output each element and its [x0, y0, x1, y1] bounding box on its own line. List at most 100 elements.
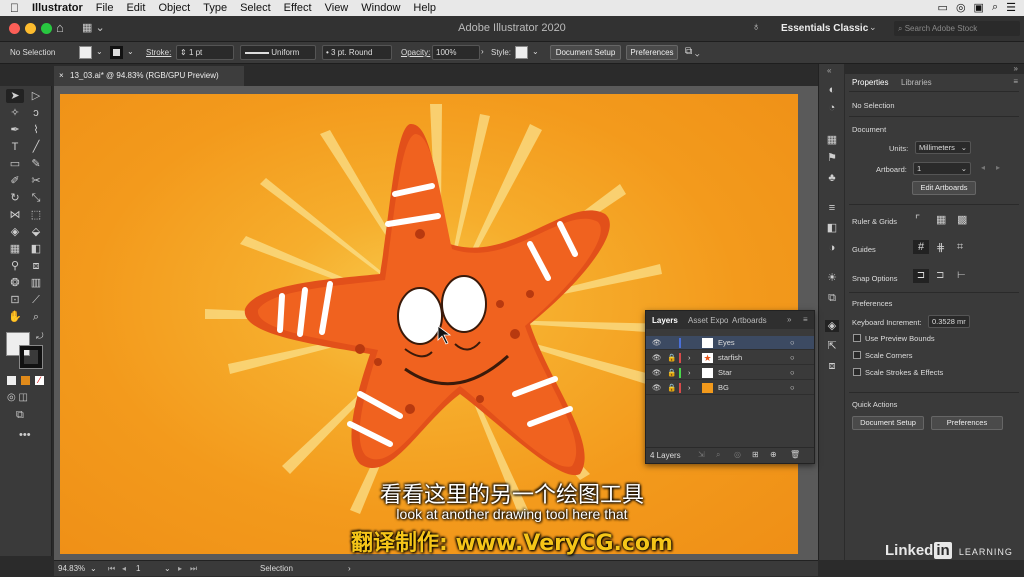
panel-menu-icon[interactable]: ≡ — [803, 315, 808, 324]
menu-effect[interactable]: Effect — [284, 2, 312, 14]
lock-icon[interactable]: 🔒 — [667, 366, 676, 380]
transparency-panel-icon[interactable]: ◑ — [825, 242, 839, 254]
previous-artboard-icon[interactable]: ◂ — [122, 561, 126, 577]
scale-tool-icon[interactable]: ⤡ — [27, 191, 45, 205]
layer-name[interactable]: BG — [718, 381, 729, 395]
artboard-number[interactable]: 1 — [136, 561, 140, 577]
lock-guides-icon[interactable]: ⋕ — [936, 241, 945, 254]
brushes-panel-icon[interactable]: ⚑ — [825, 152, 839, 164]
swatches-panel-icon[interactable]: ▦ — [825, 134, 839, 146]
zoom-level[interactable]: 94.83% — [58, 561, 85, 577]
symbols-panel-icon[interactable]: ♣ — [825, 172, 839, 184]
panel-menu-icon[interactable]: ≡ — [1013, 77, 1018, 86]
chevron-right-icon[interactable]: › — [481, 47, 484, 56]
gradient-panel-icon[interactable]: ◧ — [825, 222, 839, 234]
delete-layer-icon[interactable]: 🗑 — [790, 450, 800, 459]
next-artboard-icon[interactable]: ▸ — [996, 163, 1000, 172]
ruler-icon[interactable]: ⌜ — [915, 213, 920, 226]
graphic-styles-icon[interactable]: ⧉ — [825, 292, 839, 304]
tab-artboards[interactable]: Artboards — [732, 316, 767, 325]
collapse-properties-icon[interactable]: » — [1014, 64, 1018, 73]
tab-asset-export[interactable]: Asset Expo — [688, 316, 728, 325]
target-circle-icon[interactable]: ○ — [790, 351, 795, 365]
show-guides-icon[interactable]: # — [913, 240, 929, 254]
clear-guides-icon[interactable]: ⌗ — [957, 241, 963, 254]
document-tab[interactable]: × 13_03.ai* @ 94.83% (RGB/GPU Preview) — [54, 66, 244, 86]
symbol-sprayer-tool-icon[interactable]: ❂ — [6, 276, 24, 290]
rectangle-tool-icon[interactable]: ▭ — [6, 157, 24, 171]
stroke-panel-icon[interactable]: ≡ — [825, 202, 839, 214]
column-graph-tool-icon[interactable]: ▥ — [27, 276, 45, 290]
grid-icon[interactable]: ▦ — [936, 213, 946, 226]
layer-row-eyes[interactable]: 👁 Eyes ○ — [646, 336, 814, 350]
layer-row-bg[interactable]: 👁 🔒 › BG ○ — [646, 381, 814, 395]
expand-layer-icon[interactable]: › — [688, 351, 691, 365]
target-circle-icon[interactable]: ○ — [790, 336, 795, 350]
quick-document-setup-button[interactable]: Document Setup — [852, 416, 924, 430]
lock-icon[interactable]: 🔒 — [667, 381, 676, 395]
spotlight-search-icon[interactable]: ⌕ — [992, 1, 998, 14]
magic-wand-tool-icon[interactable]: ✧ — [6, 106, 24, 120]
use-preview-bounds-checkbox[interactable] — [853, 334, 861, 342]
artboard-dropdown[interactable]: 1 ⌄ — [913, 162, 971, 175]
menu-window[interactable]: Window — [361, 2, 400, 14]
shape-builder-tool-icon[interactable]: ◈ — [6, 225, 24, 239]
document-setup-button[interactable]: Document Setup — [550, 45, 621, 60]
units-dropdown[interactable]: Millimeters ⌄ — [915, 141, 971, 154]
draw-mode-icon[interactable]: ◎ ◫ — [7, 392, 28, 403]
menu-app-name[interactable]: Illustrator — [32, 2, 83, 14]
chevron-down-icon[interactable]: ⌄ — [90, 561, 97, 577]
snap-to-glyph-icon[interactable]: ⊢ — [957, 270, 966, 281]
transparency-grid-icon[interactable]: ▩ — [957, 213, 967, 226]
lasso-tool-icon[interactable]: ↄ — [27, 106, 45, 120]
keyboard-increment-field[interactable]: 0.3528 mr — [928, 315, 970, 328]
close-tab-icon[interactable]: × — [59, 66, 64, 86]
visibility-eye-icon[interactable]: 👁 — [652, 381, 662, 395]
variable-width-profile[interactable]: Uniform — [240, 45, 316, 60]
new-sublayer-icon[interactable]: ⊞ — [752, 450, 759, 459]
lock-icon[interactable]: 🔒 — [667, 351, 676, 365]
previous-artboard-icon[interactable]: ◂ — [981, 163, 985, 172]
perspective-grid-tool-icon[interactable]: ▦ — [6, 242, 24, 256]
type-tool-icon[interactable]: T — [6, 140, 24, 154]
menu-file[interactable]: File — [96, 2, 114, 14]
artboards-panel-icon[interactable]: ⧈ — [825, 360, 839, 372]
snap-to-point-icon[interactable]: ⊐ — [913, 269, 929, 283]
creative-cloud-icon[interactable]: ◎ — [956, 1, 966, 14]
color-panel-icon[interactable]: ◐ — [825, 84, 839, 96]
free-transform-tool-icon[interactable]: ⬚ — [27, 208, 45, 222]
apple-icon[interactable]:  — [10, 1, 19, 15]
lightbulb-icon[interactable]: ♁ — [752, 21, 760, 33]
line-segment-tool-icon[interactable]: ╱ — [27, 140, 45, 154]
none-mode-icon[interactable]: ⁄ — [35, 376, 44, 385]
paintbrush-tool-icon[interactable]: ✎ — [27, 157, 45, 171]
fill-swatch[interactable] — [79, 46, 92, 59]
scale-corners-checkbox[interactable] — [853, 351, 861, 359]
scissors-tool-icon[interactable]: ✂ — [27, 174, 45, 188]
shaper-tool-icon[interactable]: ✐ — [6, 174, 24, 188]
quick-preferences-button[interactable]: Preferences — [931, 416, 1003, 430]
gradient-tool-icon[interactable]: ◧ — [27, 242, 45, 256]
collect-for-export-icon[interactable]: ⇲ — [698, 450, 705, 459]
chevron-down-icon[interactable]: ⌄ — [532, 47, 539, 56]
edit-artboards-button[interactable]: Edit Artboards — [912, 181, 976, 195]
stroke-weight-field[interactable]: ⇕ 1 pt — [176, 45, 234, 60]
hand-tool-icon[interactable]: ✋ — [6, 310, 24, 324]
snap-to-pixel-icon[interactable]: ⊐ — [936, 270, 944, 281]
appearance-panel-icon[interactable]: ☀ — [825, 272, 839, 284]
preferences-button[interactable]: Preferences — [626, 45, 678, 60]
layer-name[interactable]: starfish — [718, 351, 742, 365]
first-artboard-icon[interactable]: ⏮ — [108, 561, 115, 577]
layer-name[interactable]: Eyes — [718, 336, 735, 350]
graphic-style-swatch[interactable] — [515, 46, 528, 59]
current-tool-status[interactable]: Selection — [260, 561, 293, 577]
tab-properties[interactable]: Properties — [852, 78, 888, 87]
menu-list-icon[interactable]: ☰ — [1006, 1, 1016, 14]
artboard-tool-icon[interactable]: ⊡ — [6, 293, 24, 307]
visibility-eye-icon[interactable]: 👁 — [652, 336, 662, 350]
layer-name[interactable]: Star — [718, 366, 732, 380]
blend-tool-icon[interactable]: ⧈ — [27, 259, 45, 273]
direct-selection-tool-icon[interactable]: ▷ — [27, 89, 45, 103]
tab-libraries[interactable]: Libraries — [901, 78, 932, 87]
pen-tool-icon[interactable]: ✒ — [6, 123, 24, 137]
